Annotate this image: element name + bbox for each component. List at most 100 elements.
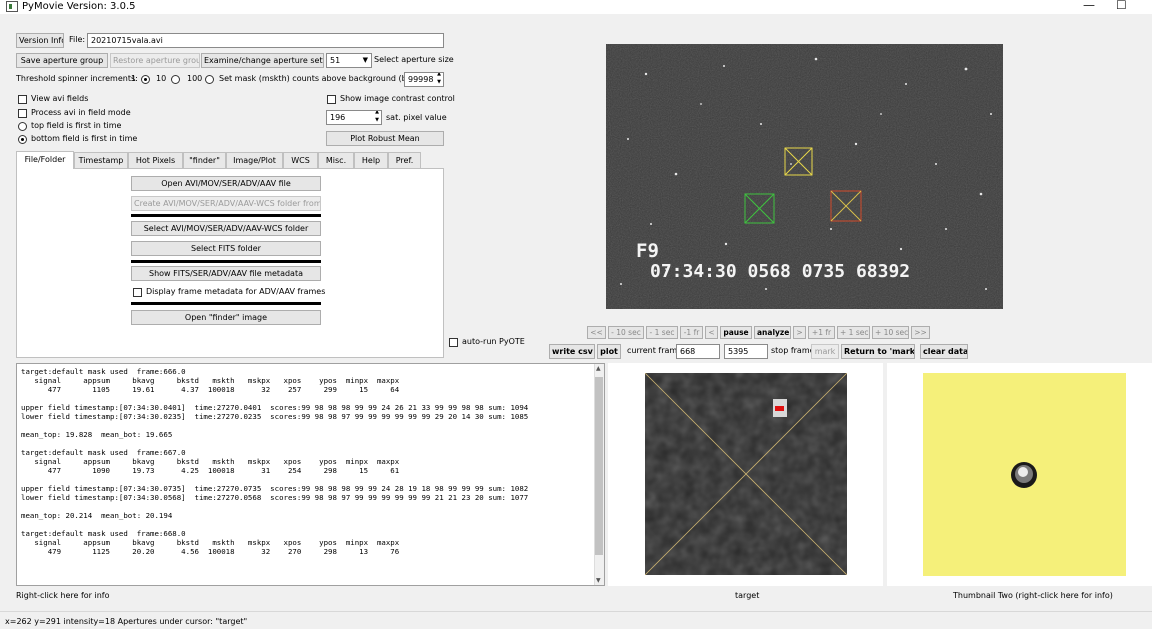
log-line: 479 1125 20.20 4.56 100018 32 270 298 13… <box>21 547 400 556</box>
thumbnail-one-image <box>645 373 847 575</box>
tab-file-folder[interactable]: File/Folder <box>16 151 74 169</box>
aperture-size-select[interactable]: 51 ▼ <box>326 53 372 68</box>
bottom-field-first-radio[interactable] <box>18 135 27 144</box>
threshold-label: Threshold spinner increments: <box>16 74 138 83</box>
view-avi-fields-checkbox[interactable] <box>18 95 27 104</box>
video-timestamp: 07:34:30 <box>650 261 737 282</box>
version-info-button[interactable]: Version Info <box>16 33 64 48</box>
analyze-button[interactable]: analyze <box>754 326 791 339</box>
video-counter-3: 68392 <box>855 261 911 282</box>
process-field-mode-checkbox[interactable] <box>18 109 27 118</box>
plot-button[interactable]: plot <box>597 344 621 359</box>
tab-timestamp[interactable]: Timestamp <box>74 152 128 168</box>
top-field-first-radio[interactable] <box>18 122 27 131</box>
increment-1-label: 1 <box>131 74 137 83</box>
tab-wcs[interactable]: WCS <box>283 152 318 168</box>
tab-image-plot[interactable]: Image/Plot <box>226 152 283 168</box>
mask-threshold-label: Set mask (mskth) counts above background… <box>219 74 430 83</box>
log-line: mean_top: 20.214 mean_bot: 20.194 <box>21 511 173 520</box>
save-aperture-group-button[interactable]: Save aperture group <box>16 53 108 68</box>
examine-aperture-settings-button[interactable]: Examine/change aperture settings <box>201 53 324 68</box>
auto-run-pyote-checkbox[interactable] <box>449 338 458 347</box>
show-metadata-button[interactable]: Show FITS/SER/ADV/AAV file metadata <box>131 266 321 281</box>
display-metadata-checkbox[interactable] <box>133 288 142 297</box>
plot-robust-mean-button[interactable]: Plot Robust Mean <box>326 131 444 146</box>
back-1-sec-button[interactable]: - 1 sec <box>646 326 678 339</box>
increment-10-label: 10 <box>156 74 167 83</box>
prev-button[interactable]: < <box>705 326 718 339</box>
tab-misc[interactable]: Misc. <box>318 152 354 168</box>
write-csv-button[interactable]: write csv <box>549 344 595 359</box>
mark-button[interactable]: mark <box>811 344 839 359</box>
forward-10-sec-button[interactable]: + 10 sec <box>872 326 909 339</box>
increment-1-radio[interactable] <box>141 75 150 84</box>
next-button[interactable]: > <box>793 326 806 339</box>
current-frame-field[interactable]: 668 <box>676 344 720 359</box>
file-label: File: <box>69 35 86 44</box>
log-output[interactable]: target:default mask used frame:666.0 sig… <box>16 363 605 586</box>
file-name-field[interactable]: 20210715vala.avi <box>87 33 444 48</box>
forward-1-sec-button[interactable]: + 1 sec <box>837 326 870 339</box>
increment-10-radio[interactable] <box>171 75 180 84</box>
back-10-sec-button[interactable]: - 10 sec <box>608 326 644 339</box>
spinner-arrows-icon[interactable]: ▲ ▼ <box>437 73 441 86</box>
tab-pref[interactable]: Pref. <box>388 152 421 168</box>
open-avi-button[interactable]: Open AVI/MOV/SER/ADV/AAV file <box>131 176 321 191</box>
status-text: x=262 y=291 intensity=18 Apertures under… <box>5 617 248 626</box>
spinner-arrows-icon[interactable]: ▲ ▼ <box>375 111 379 124</box>
stop-frame-field[interactable]: 5395 <box>724 344 768 359</box>
tab-help[interactable]: Help <box>354 152 388 168</box>
first-frame-button[interactable]: << <box>587 326 606 339</box>
auto-run-pyote-label: auto-run PyOTE <box>462 337 525 346</box>
select-wcs-folder-button[interactable]: Select AVI/MOV/SER/ADV/AAV-WCS folder <box>131 221 321 236</box>
display-metadata-label: Display frame metadata for ADV/AAV frame… <box>146 287 326 296</box>
log-line: lower field timestamp:[07:34:30.0235] ti… <box>21 412 529 421</box>
open-finder-button[interactable]: Open "finder" image <box>131 310 321 325</box>
sat-pixel-value: 196 <box>330 113 346 122</box>
status-bar: x=262 y=291 intensity=18 Apertures under… <box>0 611 1152 629</box>
separator-line <box>131 214 321 217</box>
log-line: 477 1090 19.73 4.25 100018 31 254 298 15… <box>21 466 400 475</box>
scroll-down-icon[interactable]: ▼ <box>596 577 601 584</box>
sat-pixel-spinner[interactable]: 196 ▲ ▼ <box>326 110 382 125</box>
clear-data-button[interactable]: clear data <box>920 344 968 359</box>
select-fits-folder-button[interactable]: Select FITS folder <box>131 241 321 256</box>
video-frame[interactable]: F9 07:34:30 0568 0735 68392 <box>606 44 1003 309</box>
create-wcs-folder-button[interactable]: Create AVI/MOV/SER/ADV/AAV-WCS folder fr… <box>131 196 321 211</box>
separator-line <box>131 302 321 305</box>
scrollbar-thumb[interactable] <box>595 377 603 555</box>
title-bar: PyMovie Version: 3.0.5 — ☐ <box>0 0 1152 14</box>
bottom-field-first-label: bottom field is first in time <box>31 134 138 143</box>
log-line: lower field timestamp:[07:34:30.0568] ti… <box>21 493 529 502</box>
tab-hot-pixels[interactable]: Hot Pixels <box>128 152 183 168</box>
thumbnail-one-label: target <box>735 591 760 600</box>
forward-1-frame-button[interactable]: +1 fr <box>808 326 835 339</box>
thumbnail-two-image <box>923 373 1126 576</box>
back-1-frame-button[interactable]: -1 fr <box>680 326 703 339</box>
return-to-mark-button[interactable]: Return to 'mark' <box>841 344 915 359</box>
log-line: target:default mask used frame:668.0 <box>21 529 186 538</box>
log-line: signal appsum bkavg bkstd mskth mskpx xp… <box>21 538 400 547</box>
pause-button[interactable]: pause <box>720 326 752 339</box>
log-line: upper field timestamp:[07:34:30.0401] ti… <box>21 403 529 412</box>
video-counter-1: 0568 <box>747 261 791 282</box>
last-frame-button[interactable]: >> <box>911 326 930 339</box>
process-field-mode-label: Process avi in field mode <box>31 108 131 117</box>
scroll-up-icon[interactable]: ▲ <box>596 365 601 372</box>
view-avi-fields-label: View avi fields <box>31 94 89 103</box>
show-contrast-checkbox[interactable] <box>327 95 336 104</box>
mask-threshold-spinner[interactable]: 99998 ▲ ▼ <box>404 72 444 87</box>
restore-aperture-group-button[interactable]: Restore aperture group <box>110 53 200 68</box>
aperture-size-value: 51 <box>330 56 341 65</box>
tab-finder[interactable]: "finder" <box>183 152 226 168</box>
increment-100-radio[interactable] <box>205 75 214 84</box>
log-line: 477 1105 19.61 4.37 100018 32 257 299 15… <box>21 385 400 394</box>
maximize-icon[interactable]: ☐ <box>1116 0 1127 12</box>
minimize-icon[interactable]: — <box>1083 0 1095 12</box>
